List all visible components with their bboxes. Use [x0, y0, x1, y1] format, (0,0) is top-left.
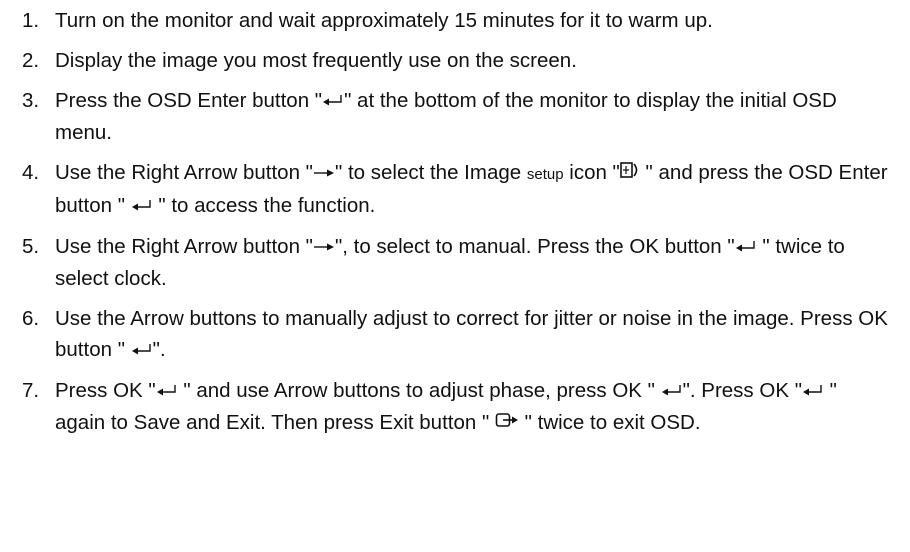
- step-text: ".: [152, 338, 166, 362]
- right-arrow-icon: [313, 156, 335, 187]
- step-number: 5.: [22, 235, 40, 259]
- step-text: Use the Arrow buttons to manually adjust…: [55, 307, 888, 362]
- enter-icon: [802, 374, 824, 405]
- step-4: 4. Use the Right Arrow button " " to sele…: [0, 157, 910, 222]
- image-setup-icon: [620, 156, 640, 187]
- instruction-steps: 1. Turn on the monitor and wait approxim…: [0, 5, 910, 439]
- step-6: 6. Use the Arrow buttons to manually adj…: [0, 303, 910, 366]
- step-text: Use the Right Arrow button ": [55, 161, 313, 185]
- step-text: Use the Right Arrow button ": [55, 235, 313, 259]
- step-3: 3. Press the OSD Enter button " " at the …: [0, 85, 910, 148]
- step-2: 2. Display the image you most frequently…: [0, 45, 910, 76]
- step-text: ". Press OK ": [682, 379, 802, 403]
- step-number: 7.: [22, 379, 40, 403]
- step-text: " to access the function.: [152, 194, 376, 218]
- step-1: 1. Turn on the monitor and wait approxim…: [0, 5, 910, 36]
- step-text: " twice to exit OSD.: [518, 411, 701, 435]
- step-text: " to select the Image: [334, 161, 527, 185]
- step-5: 5. Use the Right Arrow button " ", to sel…: [0, 231, 910, 294]
- enter-icon: [322, 84, 344, 115]
- step-number: 6.: [22, 307, 40, 331]
- step-number: 1.: [22, 9, 40, 32]
- step-text-small: setup: [526, 166, 564, 184]
- exit-icon: [495, 406, 519, 437]
- step-text: icon ": [563, 161, 620, 185]
- step-text: Turn on the monitor and wait approximate…: [55, 9, 713, 32]
- step-text: Press the OSD Enter button ": [55, 89, 323, 112]
- step-7: 7. Press OK " " and use Arrow buttons to…: [0, 375, 910, 439]
- enter-icon: [156, 374, 178, 405]
- step-number: 4.: [22, 161, 40, 185]
- enter-icon: [735, 230, 757, 261]
- step-text: Display the image you most frequently us…: [55, 49, 577, 72]
- step-text: " and use Arrow buttons to adjust phase,…: [177, 379, 661, 403]
- enter-icon: [131, 333, 153, 364]
- step-number: 3.: [22, 89, 40, 112]
- step-text: ", to select to manual. Press the OK but…: [334, 235, 735, 259]
- step-text: Press OK ": [55, 379, 156, 403]
- enter-icon: [661, 374, 683, 405]
- step-number: 2.: [22, 49, 40, 72]
- right-arrow-icon: [313, 230, 335, 261]
- enter-icon: [131, 189, 153, 220]
